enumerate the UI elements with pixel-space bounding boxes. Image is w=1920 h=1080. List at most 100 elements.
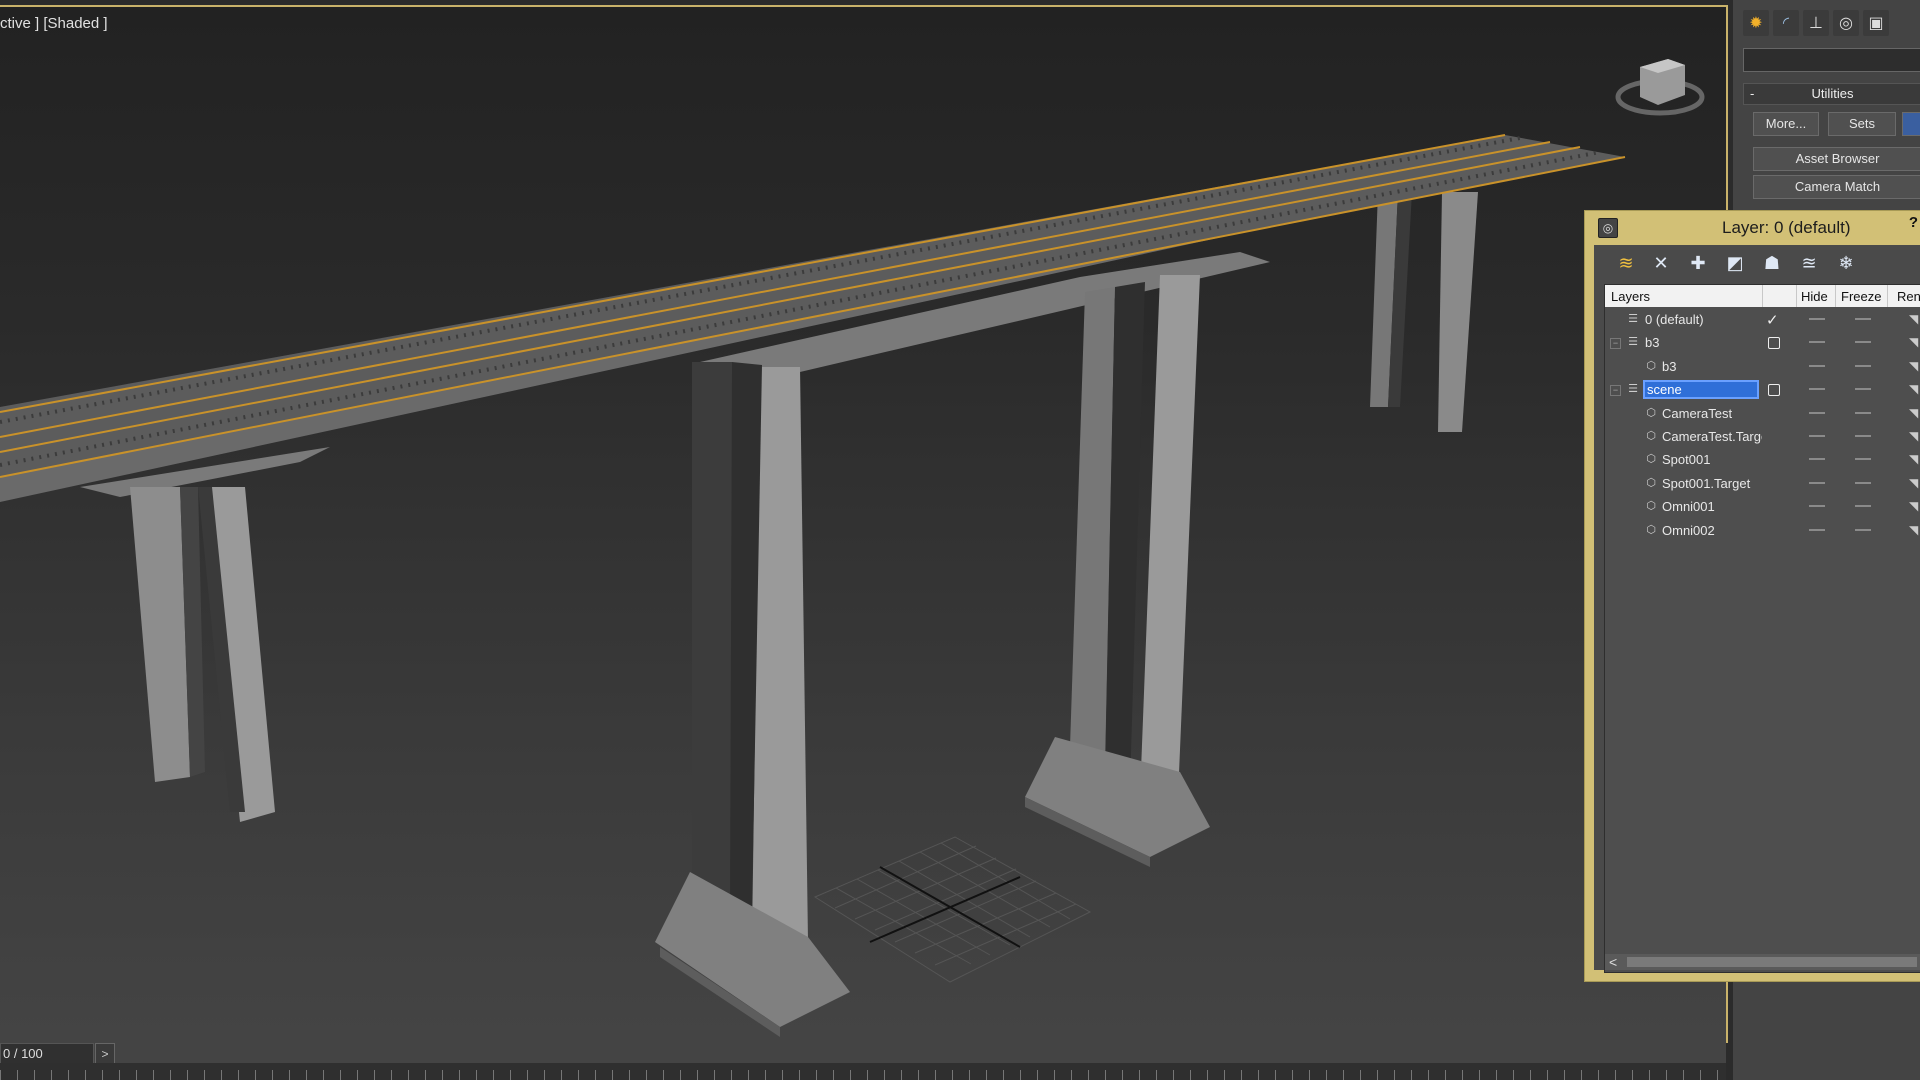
display-icon[interactable]: ▣	[1863, 10, 1889, 36]
freeze-toggle[interactable]	[1855, 365, 1871, 367]
object-row[interactable]: ⬡ Spot001.Target ◥	[1605, 472, 1920, 495]
column-divider	[1835, 285, 1836, 307]
utilities-rollout-header[interactable]: - Utilities	[1743, 83, 1920, 105]
column-render[interactable]: Ren	[1897, 289, 1920, 304]
more-button[interactable]: More...	[1753, 112, 1819, 136]
select-in-layer-icon[interactable]: ◩	[1724, 252, 1746, 274]
layer-dialog-titlebar[interactable]: ◎ Layer: 0 (default) ?	[1584, 212, 1920, 242]
horizontal-scrollbar[interactable]: <	[1605, 954, 1920, 970]
render-toggle-icon[interactable]: ◥	[1909, 523, 1918, 537]
object-icon: ⬡	[1646, 453, 1656, 465]
freeze-toggle[interactable]	[1855, 529, 1871, 531]
layer-name[interactable]: Spot001	[1662, 452, 1762, 467]
hide-toggle[interactable]	[1809, 435, 1825, 437]
current-layer-check-icon[interactable]: ✓	[1766, 311, 1779, 329]
freeze-toggle[interactable]	[1855, 318, 1871, 320]
add-to-layer-icon[interactable]: ✚	[1687, 252, 1709, 274]
hide-toggle[interactable]	[1809, 412, 1825, 414]
render-toggle-icon[interactable]: ◥	[1909, 359, 1918, 373]
hide-toggle[interactable]	[1809, 365, 1825, 367]
object-row[interactable]: ⬡ Omni002 ◥	[1605, 519, 1920, 542]
render-toggle-icon[interactable]: ◥	[1909, 406, 1918, 420]
layer-name[interactable]: b3	[1662, 359, 1762, 374]
object-icon: ⬡	[1646, 407, 1656, 419]
viewport-label[interactable]: ctive ] [Shaded ]	[0, 15, 108, 32]
layer-name[interactable]: Omni001	[1662, 499, 1762, 514]
collapse-icon[interactable]: −	[1610, 338, 1621, 349]
layer-name[interactable]: 0 (default)	[1645, 312, 1757, 327]
layer-name[interactable]: Omni002	[1662, 523, 1762, 538]
layer-name[interactable]: CameraTest	[1662, 406, 1762, 421]
object-row[interactable]: ⬡ CameraTest ◥	[1605, 402, 1920, 425]
name-field[interactable]	[1743, 48, 1920, 72]
column-freeze[interactable]: Freeze	[1841, 289, 1881, 304]
column-layers[interactable]: Layers	[1611, 289, 1650, 304]
configure-sets-icon[interactable]	[1902, 112, 1920, 136]
hide-toggle[interactable]	[1809, 505, 1825, 507]
hide-toggle[interactable]	[1809, 318, 1825, 320]
next-frame-button[interactable]: >	[95, 1043, 115, 1065]
scrollbar-thumb[interactable]	[1627, 957, 1917, 967]
freeze-toggle[interactable]	[1855, 388, 1871, 390]
render-toggle-icon[interactable]: ◥	[1909, 335, 1918, 349]
collapse-icon[interactable]: −	[1610, 385, 1621, 396]
hide-all-icon[interactable]: ≊	[1798, 252, 1820, 274]
column-hide[interactable]: Hide	[1801, 289, 1828, 304]
render-toggle-icon[interactable]: ◥	[1909, 312, 1918, 326]
hide-toggle[interactable]	[1809, 388, 1825, 390]
layer-name[interactable]: b3	[1645, 335, 1757, 350]
highlight-layer-icon[interactable]: ☗	[1761, 252, 1783, 274]
camera-match-button[interactable]: Camera Match	[1753, 175, 1920, 199]
set-current-layer-box[interactable]	[1768, 337, 1780, 349]
freeze-toggle[interactable]	[1855, 435, 1871, 437]
sets-button[interactable]: Sets	[1828, 112, 1896, 136]
layer-name[interactable]: CameraTest.Target	[1662, 429, 1762, 444]
delete-layer-icon[interactable]: ✕	[1650, 252, 1672, 274]
freeze-toggle[interactable]	[1855, 458, 1871, 460]
hide-toggle[interactable]	[1809, 341, 1825, 343]
layer-icon: ☰	[1628, 336, 1638, 348]
bridge-scene	[0, 59, 1705, 1037]
object-row[interactable]: ⬡ Spot001 ◥	[1605, 448, 1920, 471]
layer-toolbar: ≋ ✕ ✚ ◩ ☗ ≊ ❄	[1594, 245, 1920, 279]
render-toggle-icon[interactable]: ◥	[1909, 429, 1918, 443]
freeze-toggle[interactable]	[1855, 412, 1871, 414]
column-divider	[1887, 285, 1888, 307]
object-icon: ⬡	[1646, 477, 1656, 489]
track-bar-ruler[interactable]	[0, 1063, 1726, 1080]
scroll-left-icon[interactable]: <	[1609, 954, 1617, 970]
hierarchy-icon[interactable]: ⊥	[1803, 10, 1829, 36]
set-current-layer-box[interactable]	[1768, 384, 1780, 396]
freeze-toggle[interactable]	[1855, 482, 1871, 484]
render-toggle-icon[interactable]: ◥	[1909, 452, 1918, 466]
freeze-toggle[interactable]	[1855, 341, 1871, 343]
help-button[interactable]: ?	[1909, 214, 1918, 231]
layer-name[interactable]: Spot001.Target	[1662, 476, 1762, 491]
layer-row[interactable]: ☰ 0 (default) ✓ ◥	[1605, 308, 1920, 331]
object-row[interactable]: ⬡ Omni001 ◥	[1605, 495, 1920, 518]
layer-name[interactable]: scene	[1643, 380, 1759, 399]
object-row[interactable]: ⬡ CameraTest.Target ◥	[1605, 425, 1920, 448]
new-layer-icon[interactable]: ≋	[1615, 252, 1637, 274]
asset-browser-button[interactable]: Asset Browser	[1753, 147, 1920, 171]
hide-toggle[interactable]	[1809, 458, 1825, 460]
layer-icon: ☰	[1628, 383, 1638, 395]
render-toggle-icon[interactable]: ◥	[1909, 382, 1918, 396]
render-toggle-icon[interactable]: ◥	[1909, 499, 1918, 513]
freeze-toggle[interactable]	[1855, 505, 1871, 507]
freeze-all-icon[interactable]: ❄	[1835, 252, 1857, 274]
perspective-viewport[interactable]: ctive ] [Shaded ]	[0, 5, 1728, 1043]
time-slider-frame-counter[interactable]: 0 / 100	[0, 1043, 94, 1065]
create-light-icon[interactable]: ✹	[1743, 10, 1769, 36]
column-divider	[1762, 285, 1763, 307]
motion-icon[interactable]: ◎	[1833, 10, 1859, 36]
layer-row[interactable]: − ☰ scene ◥	[1605, 378, 1920, 401]
layer-row[interactable]: − ☰ b3 ◥	[1605, 331, 1920, 354]
object-row[interactable]: ⬡ b3 ◥	[1605, 355, 1920, 378]
timeline-bar	[0, 1039, 1726, 1065]
hide-toggle[interactable]	[1809, 482, 1825, 484]
render-toggle-icon[interactable]: ◥	[1909, 476, 1918, 490]
hide-toggle[interactable]	[1809, 529, 1825, 531]
column-divider	[1796, 285, 1797, 307]
modify-icon[interactable]: ◜	[1773, 10, 1799, 36]
